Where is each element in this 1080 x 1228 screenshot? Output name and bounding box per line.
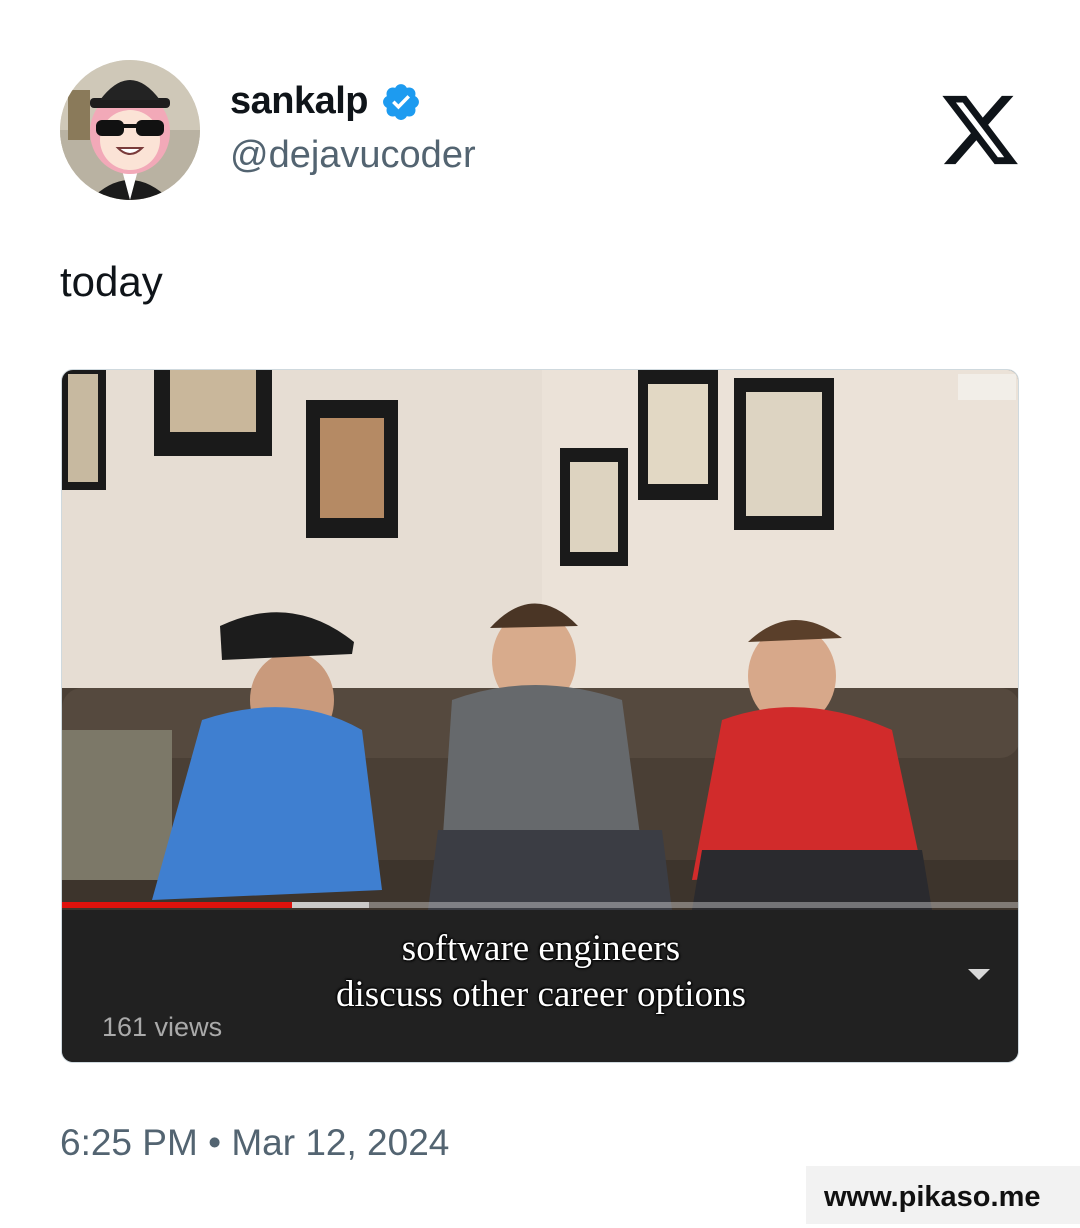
video-progress-bar[interactable] [62, 902, 1018, 908]
avatar-image [60, 60, 200, 200]
timestamp-separator: • [208, 1122, 222, 1163]
author-handle[interactable]: @dejavucoder [230, 134, 476, 177]
video-frame-image [62, 370, 1018, 910]
tweet-media[interactable]: software engineers discuss other career … [61, 369, 1019, 1063]
video-info-panel: software engineers discuss other career … [62, 910, 1018, 1062]
caption-line-1: software engineers [401, 928, 681, 969]
author-display-name[interactable]: sankalp [230, 80, 369, 123]
tweet-time: 6:25 PM [60, 1122, 198, 1163]
author-name-row[interactable]: sankalp [230, 80, 422, 123]
verified-badge-icon [383, 83, 419, 120]
watermark-label: www.pikaso.me [806, 1166, 1080, 1224]
video-progress-fill [62, 902, 292, 908]
avatar[interactable] [60, 60, 200, 200]
view-count: 161 views [102, 1012, 223, 1042]
tweet-date: Mar 12, 2024 [231, 1122, 450, 1163]
video-caption: software engineers discuss other career … [62, 926, 1018, 1018]
tweet-text: today [60, 258, 163, 305]
tweet-timestamp[interactable]: 6:25 PM • Mar 12, 2024 [60, 1122, 449, 1164]
chevron-down-icon[interactable] [964, 964, 994, 984]
video-buffer-fill [291, 902, 369, 908]
x-logo-icon[interactable] [938, 88, 1022, 172]
